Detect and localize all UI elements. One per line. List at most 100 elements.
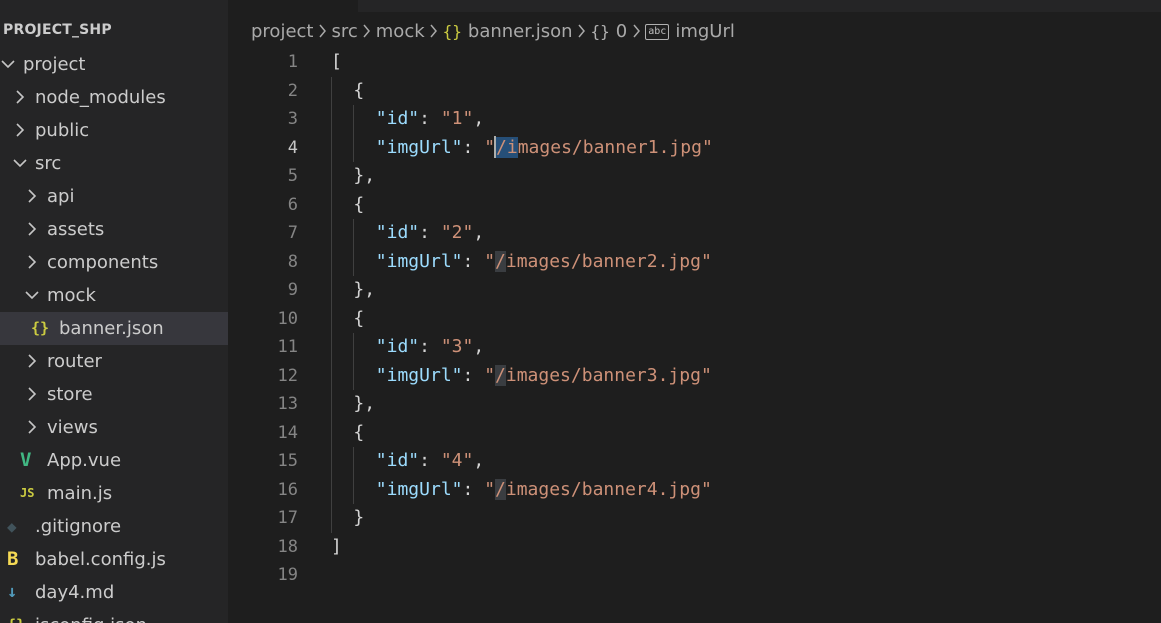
code-line-content: "imgUrl": "/images/banner4.jpg"	[376, 476, 712, 505]
tree-item-src[interactable]: src	[0, 147, 228, 180]
tree-item-day4-md[interactable]: ↓ day4.md	[0, 576, 228, 609]
tree-item-project[interactable]: project	[0, 48, 228, 81]
tree-item-label: day4.md	[35, 582, 115, 603]
json-string-value: "/images/banner1.jpg"	[484, 135, 713, 158]
json-bracket: {	[353, 421, 365, 443]
code-line[interactable]	[331, 561, 1131, 590]
json-bracket: },	[353, 279, 376, 300]
tree-item-gitignore[interactable]: ◆ .gitignore	[0, 510, 228, 543]
breadcrumb-item-mock[interactable]: mock	[376, 18, 425, 46]
code-line[interactable]: ]	[331, 533, 1131, 562]
tree-item-label: store	[47, 384, 93, 405]
line-number: 7	[287, 223, 298, 243]
tree-item-label: node_modules	[35, 87, 166, 108]
tree-item-mock[interactable]: mock	[0, 279, 228, 312]
explorer-title: PROJECT_SHP	[3, 22, 112, 38]
breadcrumb-item-project[interactable]: project	[251, 18, 313, 46]
json-colon: :	[462, 136, 485, 158]
vue-icon: V	[20, 449, 32, 471]
chevron-right-icon	[15, 114, 29, 147]
tree-item-store[interactable]: store	[0, 378, 228, 411]
json-bracket: {	[353, 307, 365, 329]
selection-highlight: i	[506, 136, 518, 158]
code-line-content: "id": "4",	[376, 447, 484, 476]
code-line-content: "id": "2",	[376, 219, 484, 248]
tree-item-label: jsconfig.json	[35, 609, 147, 623]
tree-item-label: project	[23, 54, 86, 75]
code-line[interactable]: [	[331, 48, 1131, 77]
json-bracket: ]	[331, 535, 342, 557]
code-line[interactable]: "id": "2",	[331, 219, 1131, 248]
json-bracket: {	[353, 79, 365, 101]
line-number: 8	[287, 251, 298, 272]
git-icon: ◆	[7, 517, 17, 536]
code-line[interactable]: },	[331, 162, 1131, 191]
code-line-content: ]	[331, 533, 342, 562]
tree-item-babel-config-js[interactable]: Bbabel.config.js	[0, 543, 228, 576]
indent-guide	[331, 504, 332, 533]
tree-item-views[interactable]: views	[0, 411, 228, 444]
tree-item-api[interactable]: api	[0, 180, 228, 213]
code-line-content: }	[353, 504, 364, 533]
file-tree: project node_modulespublic src api assets com…	[0, 48, 228, 623]
code-line[interactable]: {	[331, 418, 1131, 447]
json-bracket: }	[353, 507, 365, 528]
code-line[interactable]: "id": "3",	[331, 333, 1131, 362]
tree-item-label: mock	[47, 285, 96, 306]
breadcrumb-label: src	[331, 21, 358, 42]
code-line[interactable]: },	[331, 276, 1131, 305]
tree-item-components[interactable]: components	[0, 246, 228, 279]
breadcrumb-separator-icon	[358, 18, 376, 46]
tree-item-router[interactable]: router	[0, 345, 228, 378]
tree-item-main-js[interactable]: JS main.js	[0, 477, 228, 510]
breadcrumb-item-src[interactable]: src	[331, 18, 357, 46]
json-colon: :	[419, 108, 441, 129]
chevron-right-icon	[27, 213, 41, 246]
chevron-down-icon	[25, 279, 39, 312]
breadcrumb-label: imgUrl	[675, 21, 735, 42]
code-line[interactable]: "imgUrl": "/images/banner2.jpg"	[331, 247, 1131, 277]
indent-guide	[353, 247, 355, 276]
chevron-right-icon	[27, 378, 41, 411]
indent-guide	[353, 333, 355, 362]
code-line-content: "imgUrl": "/images/banner1.jpg"	[376, 134, 713, 163]
tree-item-public[interactable]: public	[0, 114, 228, 147]
code-line[interactable]: {	[331, 304, 1131, 333]
code-line[interactable]: "imgUrl": "/images/banner1.jpg"	[331, 133, 1131, 163]
tree-item-label: babel.config.js	[35, 549, 166, 570]
tree-item-assets[interactable]: assets	[0, 213, 228, 246]
code-line-content: "id": "3",	[376, 333, 484, 362]
tree-item-app-vue[interactable]: V App.vue	[0, 444, 228, 477]
word-highlight: /	[495, 478, 506, 500]
tree-item-label: main.js	[47, 483, 113, 504]
code-line[interactable]: {	[331, 76, 1131, 105]
tree-item-jsconfig-json[interactable]: {} jsconfig.json	[0, 609, 228, 623]
breadcrumb-item-imgurl[interactable]: abc imgUrl	[645, 18, 735, 46]
tree-item-node-modules[interactable]: node_modules	[0, 81, 228, 114]
code-line[interactable]: {	[331, 190, 1131, 219]
indent-guide	[331, 76, 332, 105]
indent-guide	[331, 162, 332, 191]
indent-guide	[353, 105, 355, 134]
line-number-gutter: 1 2 3 4 5 6 7 8 9 10 11 12 13 14 15 16 17 18 19	[228, 48, 298, 590]
json-colon: :	[462, 364, 485, 386]
tree-item-label: App.vue	[47, 450, 122, 471]
json-string-value: "/images/banner4.jpg"	[484, 478, 712, 500]
json-bracket: },	[353, 393, 376, 414]
code-line[interactable]: "imgUrl": "/images/banner3.jpg"	[331, 361, 1131, 390]
json-bracket: },	[353, 165, 376, 186]
tree-item-banner-json[interactable]: {} banner.json	[0, 312, 228, 345]
breadcrumb-item-banner-json[interactable]: {} banner.json	[443, 18, 573, 46]
code-line-content: "imgUrl": "/images/banner2.jpg"	[376, 248, 712, 277]
line-number: 9	[287, 280, 298, 300]
indent-guide	[331, 447, 332, 476]
breadcrumb-item-0[interactable]: {} 0	[591, 18, 628, 46]
code-line[interactable]: },	[331, 390, 1131, 419]
chevron-right-icon	[15, 81, 29, 114]
code-line[interactable]: "imgUrl": "/images/banner4.jpg"	[331, 475, 1131, 505]
code-line[interactable]: "id": "1",	[331, 105, 1131, 134]
indent-guide	[331, 333, 332, 362]
code-line[interactable]: "id": "4",	[331, 447, 1131, 476]
code-line[interactable]: }	[331, 504, 1131, 533]
code-area[interactable]: [{"id": "1", "imgUrl": "/images/banner1.j…	[331, 48, 1131, 590]
